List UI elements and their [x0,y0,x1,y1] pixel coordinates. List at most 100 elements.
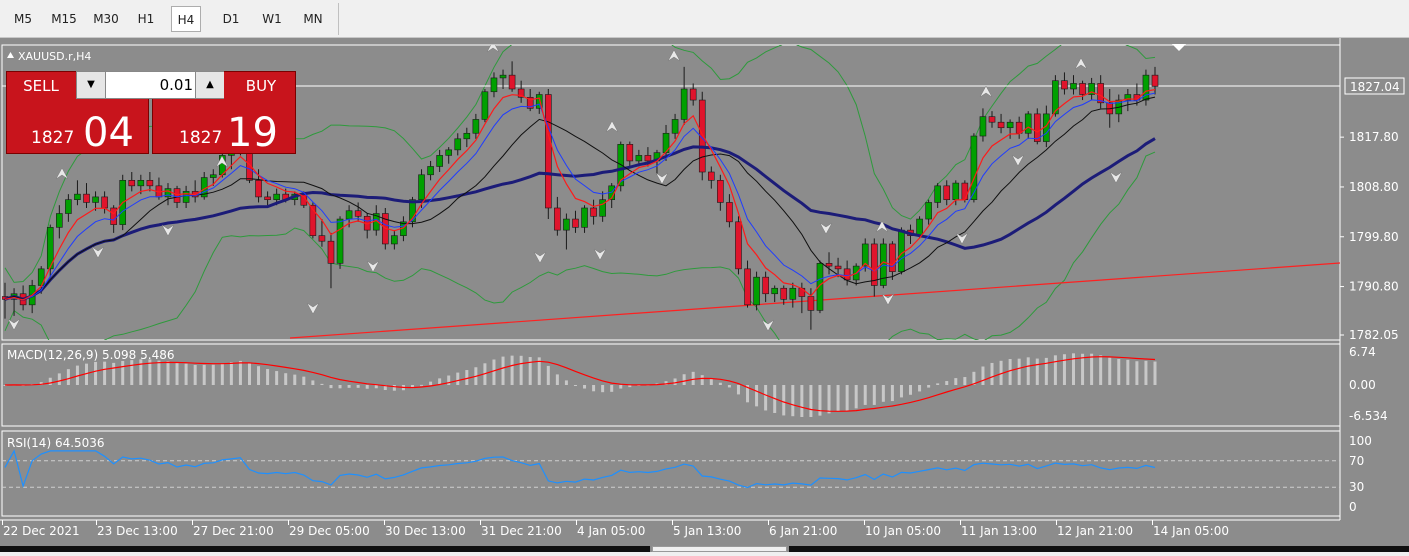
macd-histogram-bar [94,361,98,385]
macd-histogram-bar [202,364,206,385]
tab-strip-right [789,546,1409,552]
macd-histogram-bar [121,360,125,385]
price-tick-label: 1782.05 [1349,328,1399,342]
macd-histogram-bar [610,385,614,392]
macd-histogram-bar [1008,359,1012,385]
candle-body [1079,83,1086,95]
candle-body [74,193,81,200]
macd-histogram-bar [420,384,424,386]
macd-histogram-bar [691,371,695,385]
macd-histogram-bar [293,374,297,385]
macd-histogram-bar [854,385,858,409]
candle-body [943,185,951,200]
time-axis-label: 6 Jan 21:00 [769,524,837,538]
macd-histogram-bar [320,383,324,385]
macd-histogram-bar [112,362,116,385]
timeframe-d1-button[interactable]: D1 [218,6,244,32]
macd-histogram-bar [836,385,840,412]
fractal-up-arrow [1074,57,1088,70]
candle-body [137,180,145,187]
collapse-triangle-icon [7,52,14,58]
candle-body [146,180,154,187]
candle-body [427,166,434,176]
candle-body [916,218,923,236]
timeframe-mn-button[interactable]: MN [297,6,329,32]
macd-histogram-bar [465,370,469,385]
time-axis-label: 11 Jan 13:00 [961,524,1037,538]
rsi-tick-label: 70 [1349,454,1364,468]
timeframe-h1-button[interactable]: H1 [133,6,159,32]
macd-histogram-bar [166,361,170,385]
timeframe-m15-button[interactable]: M15 [45,6,83,32]
macd-histogram-bar [193,364,197,385]
price-tick-label: 1790.80 [1349,280,1399,294]
timeframe-m5-button[interactable]: M5 [9,6,37,32]
macd-histogram-bar [546,365,550,385]
macd-histogram-bar [66,369,70,385]
volume-input[interactable] [107,72,193,98]
fractal-down-arrow [1011,154,1025,167]
candle-body [173,188,181,203]
candle-body [997,121,1005,129]
time-axis-label: 10 Jan 05:00 [865,524,941,538]
timeframe-w1-button[interactable]: W1 [258,6,286,32]
timeframe-h4-button[interactable]: H4 [171,6,201,32]
macd-histogram-bar [700,375,704,385]
time-axis-label: 4 Jan 05:00 [577,524,645,538]
volume-increase-button[interactable]: ▲ [195,72,224,98]
timeframe-m30-button[interactable]: M30 [87,6,125,32]
chart-symbol-title: XAUUSD.r,H4 [18,50,91,63]
candle-body [988,116,996,123]
macd-histogram-bar [447,375,451,385]
candle-body [264,196,271,200]
macd-histogram-bar [863,385,867,405]
candle-body [65,199,72,214]
candle-body [898,229,905,272]
candle-body [273,193,280,200]
macd-histogram-bar [510,355,514,385]
macd-histogram-bar [139,359,143,385]
trendline [289,262,1340,339]
volume-stepper[interactable]: ▼ ▲ [76,71,224,99]
candle-body [101,196,108,209]
active-chart-tab[interactable] [652,546,787,552]
candle-body [671,119,679,134]
candle-body [472,119,480,134]
macd-histogram-bar [1126,359,1130,385]
fractal-down-arrow [655,172,669,185]
price-tick-label: 1808.80 [1349,180,1399,194]
candle-body [354,210,362,217]
fractal-down-arrow [366,260,380,273]
candle-body [490,77,498,93]
macd-histogram-bar [356,385,360,388]
macd-histogram-bar [130,360,134,385]
candle-body [925,202,932,220]
candle-body [56,213,63,228]
fractal-up-arrow [667,49,681,62]
candle-body [463,132,471,140]
macd-histogram-bar [583,385,587,389]
macd-histogram-bar [872,385,876,405]
candle-body [843,268,851,281]
macd-histogram-bar [755,385,759,407]
macd-histogram-bar [392,385,396,391]
time-axis-label: 22 Dec 2021 [3,524,80,538]
candle-body [1006,121,1014,129]
macd-histogram-bar [257,366,261,385]
macd-histogram-bar [954,378,958,385]
candle-body [563,218,570,231]
price-tick-label: 1799.80 [1349,230,1399,244]
time-axis-label: 31 Dec 21:00 [481,524,562,538]
volume-decrease-button[interactable]: ▼ [77,72,106,98]
macd-histogram-bar [1072,353,1076,385]
rsi-panel-frame [1,430,1341,517]
candle-body [771,287,778,295]
candle-body [798,287,806,297]
candle-body [726,202,733,223]
candle-body [128,180,136,187]
macd-histogram-bar [1062,354,1066,385]
macd-tick-label: -6.534 [1349,409,1388,423]
candle-body [979,116,987,137]
buy-label: BUY [245,77,277,95]
candle-body [889,243,896,272]
